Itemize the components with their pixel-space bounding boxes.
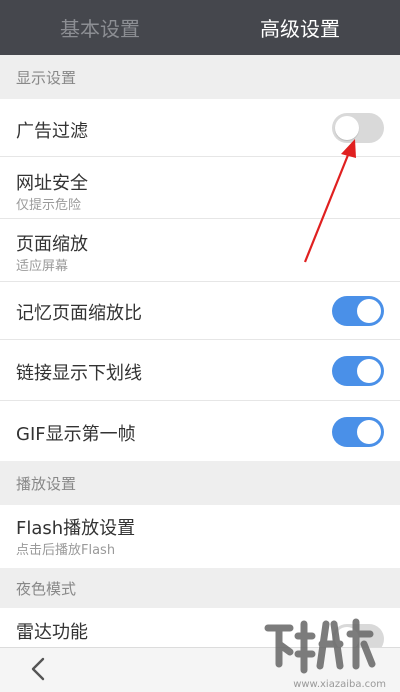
watermark-url: www.xiazaiba.com (293, 679, 386, 690)
url-security-value: 仅提示危险 (16, 198, 82, 213)
row-page-zoom[interactable]: 页面缩放 适应屏幕 (0, 219, 400, 282)
tab-bar: 基本设置 高级设置 (0, 0, 400, 55)
link-underline-label: 链接显示下划线 (16, 363, 142, 384)
tab-advanced-settings[interactable]: 高级设置 (200, 0, 400, 55)
ad-filter-toggle[interactable] (332, 113, 384, 143)
page-zoom-value: 适应屏幕 (16, 259, 69, 274)
ad-filter-label: 广告过滤 (16, 121, 88, 142)
row-link-underline[interactable]: 链接显示下划线 (0, 340, 400, 401)
toggle-knob (335, 116, 359, 140)
row-flash-settings[interactable]: Flash播放设置 点击后播放Flash (0, 505, 400, 568)
gif-first-frame-toggle[interactable] (332, 417, 384, 447)
row-url-security[interactable]: 网址安全 仅提示危险 (0, 157, 400, 219)
back-arrow-icon[interactable] (26, 656, 52, 682)
section-header-display: 显示设置 (0, 55, 400, 99)
remember-zoom-toggle[interactable] (332, 296, 384, 326)
page-zoom-label: 页面缩放 (16, 234, 88, 255)
radar-label: 雷达功能 (16, 622, 88, 643)
remember-zoom-label: 记忆页面缩放比 (16, 303, 142, 324)
toggle-knob (357, 299, 381, 323)
row-gif-first-frame[interactable]: GIF显示第一帧 (0, 401, 400, 461)
row-remember-zoom[interactable]: 记忆页面缩放比 (0, 282, 400, 340)
section-header-playback: 播放设置 (0, 461, 400, 505)
watermark-logo-icon (264, 618, 376, 674)
link-underline-toggle[interactable] (332, 356, 384, 386)
toggle-knob (357, 420, 381, 444)
flash-settings-label: Flash播放设置 (16, 518, 136, 539)
flash-settings-value: 点击后播放Flash (16, 543, 116, 558)
section-header-night: 夜色模式 (0, 568, 400, 608)
url-security-label: 网址安全 (16, 173, 88, 194)
tab-basic-settings[interactable]: 基本设置 (0, 0, 200, 55)
gif-first-frame-label: GIF显示第一帧 (16, 424, 136, 445)
toggle-knob (357, 359, 381, 383)
row-ad-filter[interactable]: 广告过滤 (0, 99, 400, 157)
